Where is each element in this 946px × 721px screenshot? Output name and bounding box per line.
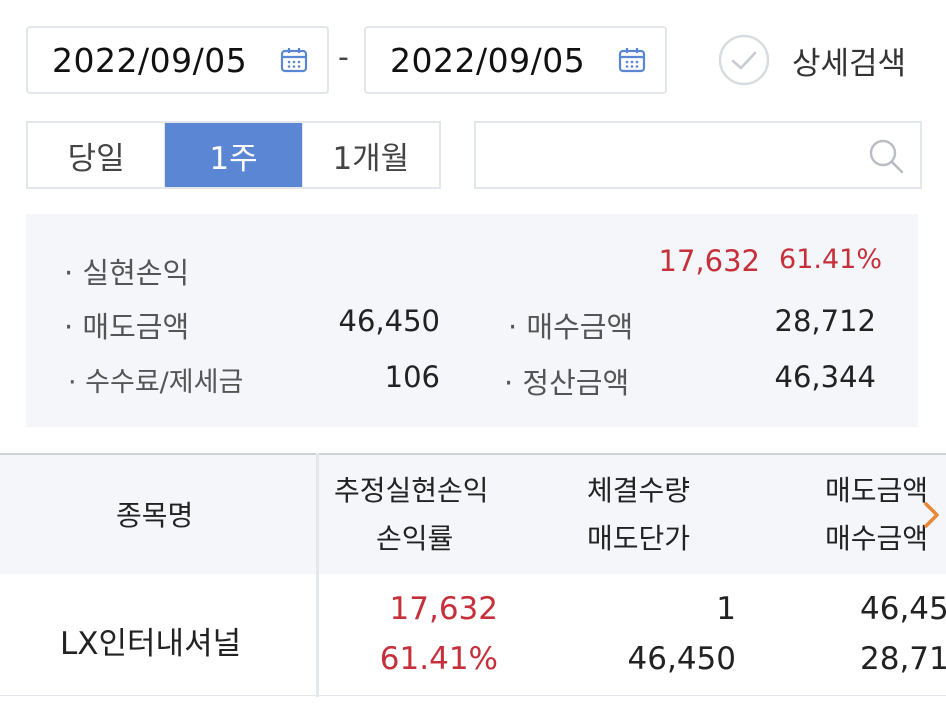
calendar-icon[interactable] [617, 45, 647, 75]
header-pl-rate: 손익률 [376, 522, 454, 555]
detail-search-check-icon[interactable] [718, 34, 770, 86]
fee-tax-label: · 수수료/제세금 [68, 367, 244, 398]
buy-amount-label: · 매수금액 [508, 310, 634, 344]
row-sell-price: 46,450 [627, 641, 736, 677]
table-row[interactable]: LX인터내셔널 17,632 61.41% 1 46,450 46,45 28,… [0, 574, 946, 696]
row-stock-name: LX인터내셔널 [60, 626, 242, 662]
fee-tax-value: 106 [384, 360, 440, 394]
realized-pl-label: · 실현손익 [64, 256, 190, 290]
search-input[interactable] [474, 121, 922, 189]
end-date-text: 2022/09/05 [390, 40, 586, 80]
header-buy-amount: 매수금액 [825, 522, 929, 555]
table-header: 종목명 추정실현손익 손익률 체결수량 매도단가 매도금액 매수금액 [0, 453, 946, 574]
row-pl-rate: 61.41% [379, 641, 498, 677]
row-sell-amount: 46,45 [860, 591, 946, 627]
row-buy-amount: 28,71 [860, 641, 946, 677]
summary-panel: · 실현손익 17,632 61.41% · 매도금액 46,450 · 매수금… [26, 214, 918, 427]
sell-amount-label: · 매도금액 [64, 310, 190, 344]
header-sell-amount: 매도금액 [825, 474, 929, 507]
realized-pl-value: 17,632 [658, 244, 760, 278]
calendar-icon[interactable] [279, 45, 309, 75]
period-selector: 당일 1주 1개월 [26, 121, 441, 189]
settlement-label: · 정산금액 [504, 366, 630, 400]
row-exec-qty: 1 [716, 591, 736, 627]
start-date-text: 2022/09/05 [52, 40, 248, 80]
row-est-pl: 17,632 [389, 591, 498, 627]
header-name: 종목명 [116, 499, 194, 532]
search-icon[interactable] [866, 136, 906, 176]
detail-search-label[interactable]: 상세검색 [792, 38, 906, 83]
settlement-value: 46,344 [774, 360, 876, 394]
header-sell-price: 매도단가 [587, 522, 691, 555]
header-est-pl: 추정실현손익 [334, 474, 489, 507]
end-date-field[interactable]: 2022/09/05 [364, 26, 667, 94]
realized-pl-rate: 61.41% [779, 244, 882, 275]
period-1week-button[interactable]: 1주 [164, 123, 302, 187]
period-today-button[interactable]: 당일 [28, 123, 164, 187]
date-separator: - [338, 40, 349, 75]
buy-amount-value: 28,712 [774, 304, 876, 338]
sell-amount-value: 46,450 [338, 304, 440, 338]
period-1month-button[interactable]: 1개월 [301, 123, 439, 187]
scroll-right-chevron-icon[interactable] [918, 498, 944, 532]
header-exec-qty: 체결수량 [587, 474, 691, 507]
start-date-field[interactable]: 2022/09/05 [26, 26, 329, 94]
